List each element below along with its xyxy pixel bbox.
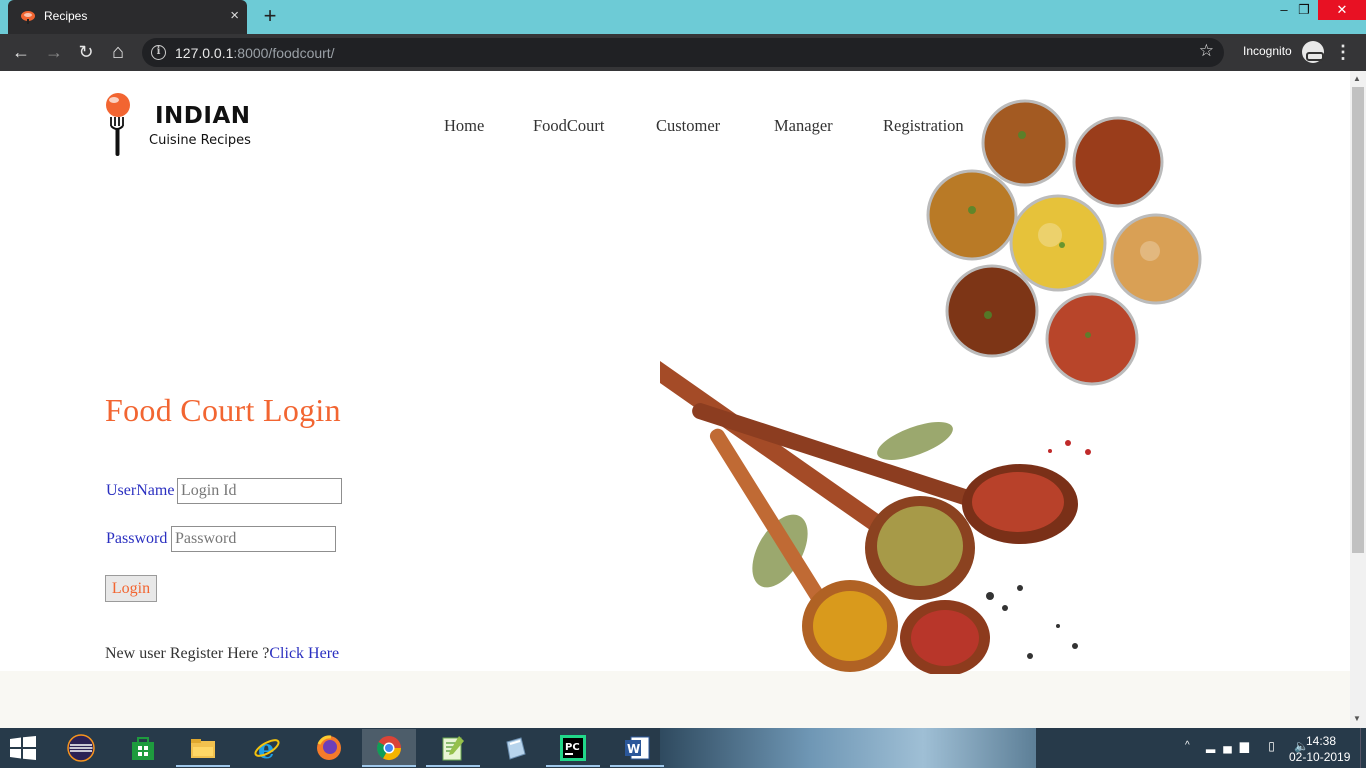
- maximize-button[interactable]: ❐: [1288, 0, 1320, 20]
- taskbar-pycharm[interactable]: PC: [546, 729, 600, 767]
- username-label: UserName: [106, 482, 175, 499]
- url-path: :8000/foodcourt/: [233, 45, 335, 61]
- back-button[interactable]: ←: [9, 40, 33, 64]
- login-title: Food Court Login: [105, 392, 341, 428]
- taskbar-virtualbox[interactable]: [488, 729, 542, 767]
- bookmark-star-icon[interactable]: ☆: [1199, 41, 1214, 61]
- register-prompt: New user Register Here ?Click Here: [105, 645, 339, 663]
- brand-name: INDIAN: [155, 103, 251, 129]
- page-scrollbar[interactable]: ▲ ▼: [1350, 71, 1366, 728]
- word-icon: W: [625, 736, 650, 760]
- taskbar-wallpaper-strip: [660, 728, 1036, 768]
- nav-manager[interactable]: Manager: [774, 116, 833, 136]
- password-input[interactable]: [171, 526, 336, 552]
- footer-band: [0, 671, 1350, 728]
- svg-text:e: e: [258, 735, 275, 762]
- eclipse-icon: [67, 734, 95, 762]
- tab-title: Recipes: [44, 9, 88, 23]
- nav-customer[interactable]: Customer: [656, 116, 720, 136]
- login-button[interactable]: Login: [105, 575, 157, 602]
- svg-text:W: W: [627, 742, 640, 756]
- clock-date[interactable]: 02-10-2019: [1289, 750, 1350, 764]
- new-tab-button[interactable]: +: [258, 4, 282, 28]
- register-link[interactable]: Click Here: [269, 645, 339, 662]
- file-explorer-icon: [191, 739, 215, 758]
- tab-close-icon[interactable]: ×: [230, 7, 239, 24]
- scroll-down-icon[interactable]: ▼: [1353, 714, 1361, 723]
- taskbar-eclipse[interactable]: [54, 729, 108, 767]
- tab-recipes[interactable]: Recipes ×: [8, 0, 247, 34]
- home-button[interactable]: ⌂: [106, 40, 130, 64]
- tab-strip: Recipes × + – ❐ ✕: [0, 0, 1366, 34]
- browser-menu-icon[interactable]: ⋮: [1334, 41, 1352, 63]
- chrome-icon: [376, 736, 401, 761]
- incognito-icon: [1302, 41, 1324, 63]
- logo-spoon-icon: [106, 93, 130, 156]
- brand-tagline: Cuisine Recipes: [149, 133, 251, 148]
- taskbar-file-explorer[interactable]: [176, 729, 230, 767]
- incognito-label: Incognito: [1243, 44, 1292, 58]
- address-bar[interactable]: i 127.0.0.1:8000/foodcourt/ ☆: [142, 38, 1224, 67]
- firefox-icon: [317, 735, 341, 760]
- close-window-button[interactable]: ✕: [1318, 0, 1366, 20]
- clock-time[interactable]: 14:38: [1306, 734, 1336, 748]
- page-viewport: INDIAN Cuisine Recipes Home FoodCourt Cu…: [0, 71, 1350, 728]
- scroll-up-icon[interactable]: ▲: [1353, 74, 1361, 83]
- windows-start-icon[interactable]: [8, 736, 38, 760]
- nav-home[interactable]: Home: [444, 116, 484, 136]
- username-input[interactable]: [177, 478, 342, 504]
- register-prompt-text: New user Register Here ?: [105, 645, 270, 662]
- url-text[interactable]: 127.0.0.1:8000/foodcourt/: [175, 45, 335, 61]
- svg-text:PC: PC: [565, 742, 580, 753]
- notepad-plus-icon: [442, 736, 464, 761]
- taskbar-word[interactable]: W: [610, 729, 664, 767]
- taskbar-firefox[interactable]: [302, 729, 356, 767]
- pycharm-icon: PC: [560, 735, 586, 761]
- taskbar-chrome[interactable]: [362, 729, 416, 767]
- scrollbar-thumb[interactable]: [1352, 87, 1364, 553]
- internet-explorer-icon: e: [254, 735, 280, 762]
- browser-toolbar: ← → ↻ ⌂ i 127.0.0.1:8000/foodcourt/ ☆ In…: [0, 34, 1366, 71]
- url-host: 127.0.0.1: [175, 45, 234, 61]
- forward-button[interactable]: →: [42, 40, 66, 64]
- password-label: Password: [106, 530, 168, 547]
- store-icon: [132, 737, 154, 760]
- windows-taskbar: e PC W ^ ▂▄▆ ▯ 🔈 14:38 02-10-2019: [0, 728, 1366, 768]
- show-desktop-button[interactable]: [1360, 728, 1366, 768]
- tray-expand-icon[interactable]: ^: [1185, 740, 1190, 751]
- virtualbox-icon: [506, 737, 526, 760]
- site-info-icon[interactable]: i: [151, 45, 166, 60]
- recipes-favicon-icon: [21, 11, 35, 24]
- spices-spoons-image: [660, 358, 1091, 674]
- taskbar-internet-explorer[interactable]: e: [240, 729, 294, 767]
- taskbar-store[interactable]: [116, 729, 170, 767]
- reload-button[interactable]: ↻: [74, 40, 98, 64]
- nav-foodcourt[interactable]: FoodCourt: [533, 116, 605, 136]
- taskbar-notepad-plus[interactable]: [426, 729, 480, 767]
